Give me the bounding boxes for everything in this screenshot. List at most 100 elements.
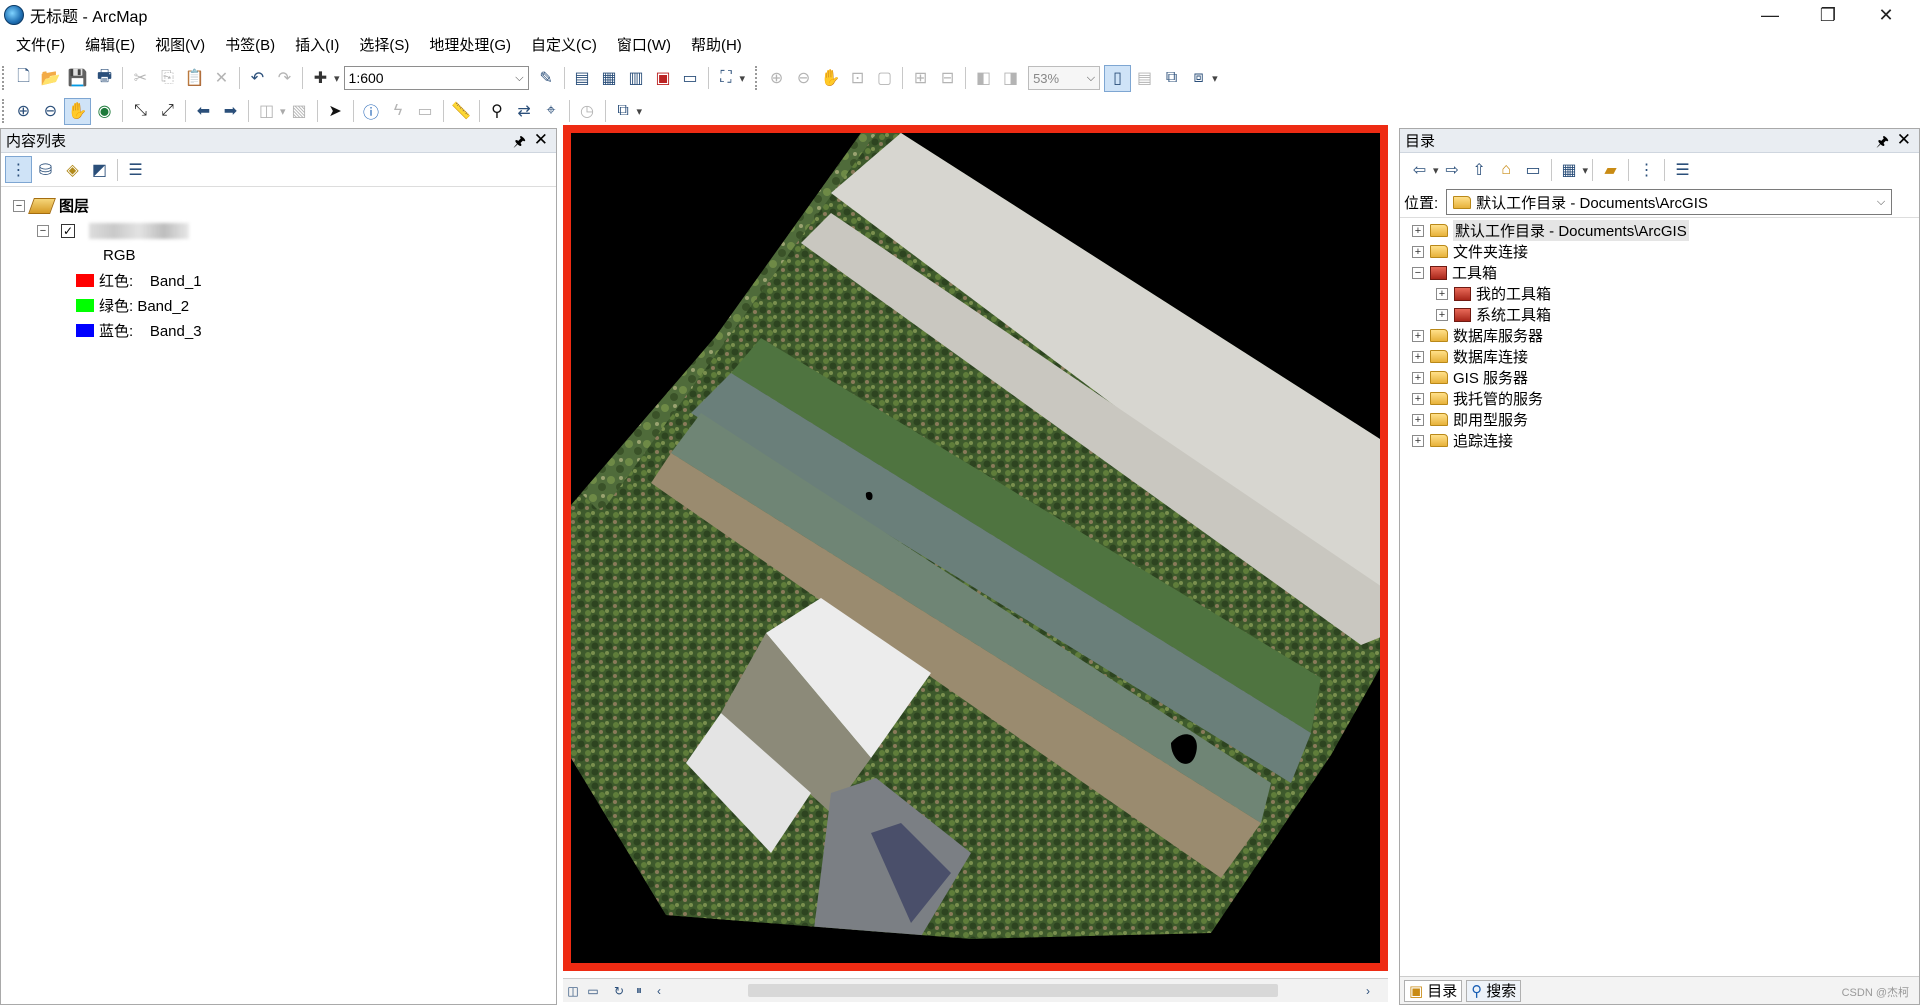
toolbar-grip[interactable] (755, 66, 759, 90)
toggle-tree-icon[interactable]: ⋮ (1633, 157, 1660, 184)
save-icon[interactable]: 💾 (64, 65, 91, 92)
find-icon[interactable]: ⚲ (484, 98, 511, 125)
menu-help[interactable]: 帮助(H) (681, 33, 752, 59)
toolbar-grip[interactable] (2, 99, 6, 123)
horizontal-scrollbar[interactable] (748, 984, 1278, 997)
collapse-icon[interactable]: − (37, 224, 49, 237)
expand-icon[interactable]: + (1412, 413, 1424, 426)
model-builder-icon[interactable]: ⛶ (713, 65, 740, 92)
menu-view[interactable]: 视图(V) (145, 33, 215, 59)
forward-icon[interactable]: ⇨ (1439, 157, 1466, 184)
list-by-visibility-icon[interactable]: ◈ (59, 156, 86, 183)
minimize-button[interactable]: — (1741, 0, 1799, 30)
home-icon[interactable]: ⌂ (1493, 157, 1520, 184)
search-window-icon[interactable]: ▥ (623, 65, 650, 92)
layout-view-icon[interactable]: ▭ (583, 981, 603, 1001)
measure-icon[interactable]: 📏 (448, 98, 475, 125)
table-of-contents-window-icon[interactable]: ▤ (569, 65, 596, 92)
next-extent-icon[interactable]: ◨ (997, 65, 1024, 92)
band-row-red[interactable]: 红色: Band_1 (1, 268, 556, 293)
fixed-zoom-in-icon[interactable]: ⊞ (907, 65, 934, 92)
blue-band-swatch[interactable] (76, 324, 94, 337)
focus-data-frame-icon[interactable]: ▤ (1131, 65, 1158, 92)
arctoolbox-window-icon[interactable]: ▣ (650, 65, 677, 92)
catalog-window-icon[interactable]: ▦ (596, 65, 623, 92)
pan-icon[interactable]: ✋ (64, 97, 91, 125)
close-icon[interactable]: ✕ (534, 130, 548, 150)
connect-folder-icon[interactable]: ▭ (1520, 157, 1547, 184)
select-elements-icon[interactable]: ➤ (322, 98, 349, 125)
map-display[interactable] (563, 125, 1388, 971)
layer-visibility-checkbox[interactable]: ✓ (61, 223, 75, 238)
menu-customize[interactable]: 自定义(C) (521, 33, 607, 59)
zoom-100-icon[interactable]: ▢ (871, 65, 898, 92)
expand-icon[interactable]: + (1412, 434, 1424, 447)
toggle-draft-mode-icon[interactable]: ▯ (1104, 64, 1132, 92)
zoom-whole-page-icon[interactable]: ⊡ (844, 65, 871, 92)
delete-icon[interactable]: ✕ (208, 65, 235, 92)
expand-icon[interactable]: + (1436, 287, 1448, 300)
pin-icon[interactable]: 🖈 (513, 131, 526, 155)
expand-icon[interactable]: + (1412, 224, 1424, 237)
undo-icon[interactable]: ↶ (244, 65, 271, 92)
find-route-icon[interactable]: ⇄ (511, 98, 538, 125)
menu-selection[interactable]: 选择(S) (349, 33, 419, 59)
html-popup-icon[interactable]: ▭ (412, 98, 439, 125)
zoom-out-icon[interactable]: ⊖ (37, 98, 64, 125)
toolbar-overflow-icon[interactable]: ▾ (1212, 72, 1218, 85)
print-icon[interactable]: 🖶 (91, 65, 118, 92)
list-by-source-icon[interactable]: ⛁ (32, 156, 59, 183)
fixed-zoom-out-icon[interactable]: ⊟ (934, 65, 961, 92)
create-viewer-window-icon[interactable]: ⧉ (610, 98, 637, 125)
tab-catalog[interactable]: ▣ 目录 (1404, 979, 1463, 1002)
layers-root-row[interactable]: − 图层 (1, 193, 556, 218)
maximize-button[interactable]: ❐ (1799, 0, 1857, 30)
clear-selection-icon[interactable]: ▧ (286, 98, 313, 125)
expand-icon[interactable]: + (1412, 392, 1424, 405)
cut-icon[interactable]: ✂ (127, 65, 154, 92)
expand-icon[interactable]: + (1412, 371, 1424, 384)
catalog-options-icon[interactable]: ☰ (1669, 157, 1696, 184)
new-folder-icon[interactable]: ▰ (1597, 157, 1624, 184)
select-features-icon[interactable]: ◫ (253, 98, 280, 125)
list-by-selection-icon[interactable]: ◩ (86, 156, 113, 183)
fixed-zoom-out-arrows-icon[interactable]: ⤢ (154, 98, 181, 125)
fixed-zoom-in-arrows-icon[interactable]: ⤡ (127, 98, 154, 125)
band-row-blue[interactable]: 蓝色: Band_3 (1, 318, 556, 343)
go-back-extent-icon[interactable]: ⬅ (190, 98, 217, 125)
close-button[interactable]: ✕ (1857, 0, 1915, 30)
new-document-icon[interactable]: 🗋 (10, 65, 37, 92)
scroll-left-icon[interactable]: ‹ (649, 981, 669, 1001)
layout-pan-icon[interactable]: ✋ (817, 65, 844, 92)
menu-geoprocessing[interactable]: 地理处理(G) (419, 33, 521, 59)
change-layout-icon[interactable]: ⧉ (1158, 65, 1185, 92)
add-data-icon[interactable]: ✚ (307, 65, 334, 92)
location-combobox[interactable]: 默认工作目录 - Documents\ArcGIS ⌵ (1446, 189, 1893, 215)
refresh-icon[interactable]: ↻ (609, 981, 629, 1001)
layout-zoom-in-icon[interactable]: ⊕ (763, 65, 790, 92)
previous-extent-icon[interactable]: ◧ (970, 65, 997, 92)
redo-icon[interactable]: ↷ (271, 65, 298, 92)
zoom-in-icon[interactable]: ⊕ (10, 98, 37, 125)
catalog-item-ready-services[interactable]: + 即用型服务 (1400, 409, 1919, 430)
time-slider-icon[interactable]: ◷ (574, 98, 601, 125)
menu-bookmarks[interactable]: 书签(B) (215, 33, 285, 59)
map-scale-combobox[interactable]: 1:600 ⌵ (343, 66, 529, 90)
menu-edit[interactable]: 编辑(E) (75, 33, 145, 59)
layout-zoom-out-icon[interactable]: ⊖ (790, 65, 817, 92)
close-icon[interactable]: ✕ (1897, 130, 1911, 150)
copy-icon[interactable]: ⎘ (154, 65, 181, 92)
menu-insert[interactable]: 插入(I) (285, 33, 349, 59)
data-view-icon[interactable]: ◫ (563, 981, 583, 1001)
list-by-drawing-order-icon[interactable]: ⋮ (5, 156, 32, 183)
band-row-green[interactable]: 绿色: Band_2 (1, 293, 556, 318)
raster-layer-row[interactable]: − ✓ (1, 218, 556, 243)
hyperlink-icon[interactable]: ϟ (385, 98, 412, 125)
layout-zoom-combobox[interactable]: 53% ⌵ (1028, 66, 1101, 90)
catalog-item-gis-servers[interactable]: + GIS 服务器 (1400, 367, 1919, 388)
catalog-item-home-folder[interactable]: + 默认工作目录 - Documents\ArcGIS (1400, 220, 1919, 241)
go-to-xy-icon[interactable]: ⌖ (538, 98, 565, 125)
catalog-item-folder-connections[interactable]: + 文件夹连接 (1400, 241, 1919, 262)
identify-icon[interactable]: ⓘ (358, 98, 385, 125)
python-window-icon[interactable]: ▭ (677, 65, 704, 92)
